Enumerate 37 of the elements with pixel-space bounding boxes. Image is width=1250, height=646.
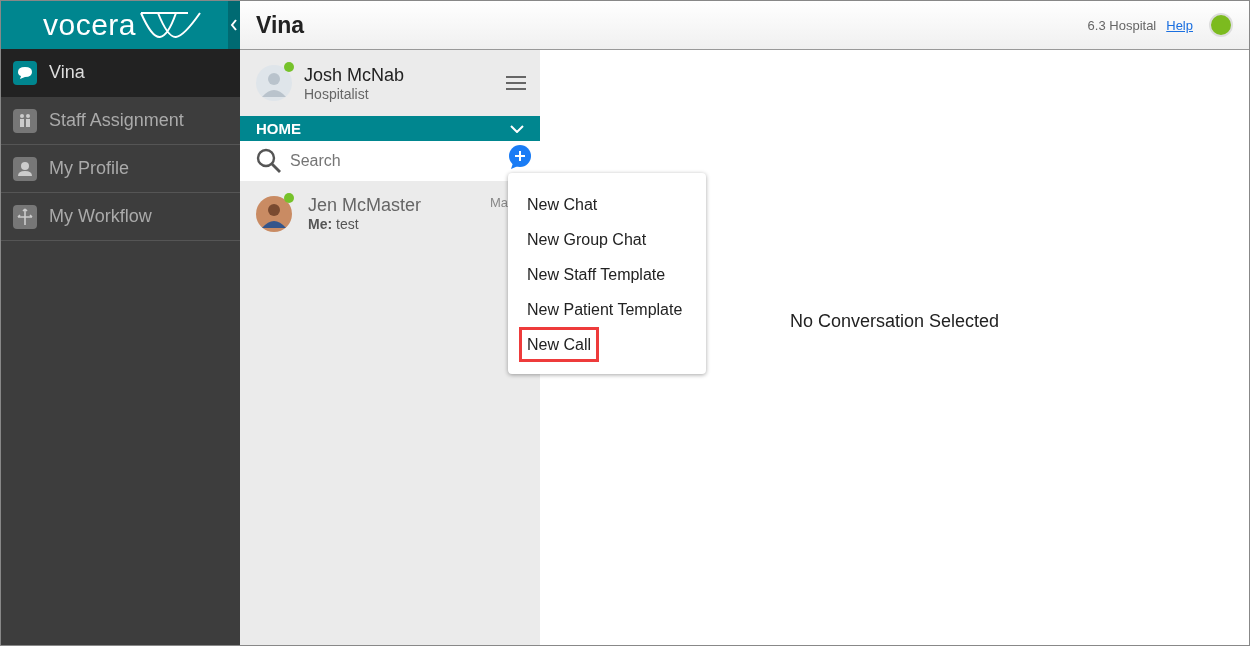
sidebar-item[interactable]: Vina [1,49,240,97]
sidebar-item[interactable]: My Profile [1,145,240,193]
search-bar[interactable]: Search [240,141,540,181]
logo-text: vocera [43,8,137,42]
search-field[interactable]: Search [288,151,501,171]
search-icon [256,148,282,174]
user-name: Josh McNab [304,64,406,86]
menu-item[interactable]: New Call [519,327,599,362]
facility-name: 6.3 Hospital [1087,17,1157,33]
chat-bubble-icon [13,60,37,85]
help-link[interactable]: Help [1166,17,1193,33]
menu-item[interactable]: New Staff Template [519,257,674,292]
chevron-left-icon [230,19,238,31]
people-icon [13,108,37,133]
menu-item[interactable]: New Chat [519,187,606,222]
plus-bubble-icon [507,144,533,170]
menu-icon [506,76,526,90]
section-header[interactable]: HOME [240,116,540,141]
branch-arrows-icon [13,204,37,229]
menu-item[interactable]: New Patient Template [519,292,691,327]
menu-button[interactable] [506,76,526,90]
new-conversation-button[interactable] [507,144,533,170]
chevron-down-icon [510,124,524,133]
menu-item[interactable]: New Group Chat [519,222,655,257]
sidebar-item[interactable]: My Workflow [1,193,240,241]
person-silhouette-icon [256,195,292,232]
message-time: Ma [489,195,508,210]
contact-name: Jen McMaster [308,195,422,216]
person-silhouette-icon [256,65,292,101]
conversation-item[interactable]: Jen McMaster Me: test Ma [240,181,508,232]
page-title: Vina [256,11,306,39]
message-preview: Me: test [308,216,359,232]
empty-state-message: No Conversation Selected [789,311,1000,332]
collapse-button[interactable] [228,1,240,49]
person-icon [13,156,37,181]
sidebar-item[interactable]: Staff Assignment [1,97,240,145]
user-role: Hospitalist [304,85,370,102]
